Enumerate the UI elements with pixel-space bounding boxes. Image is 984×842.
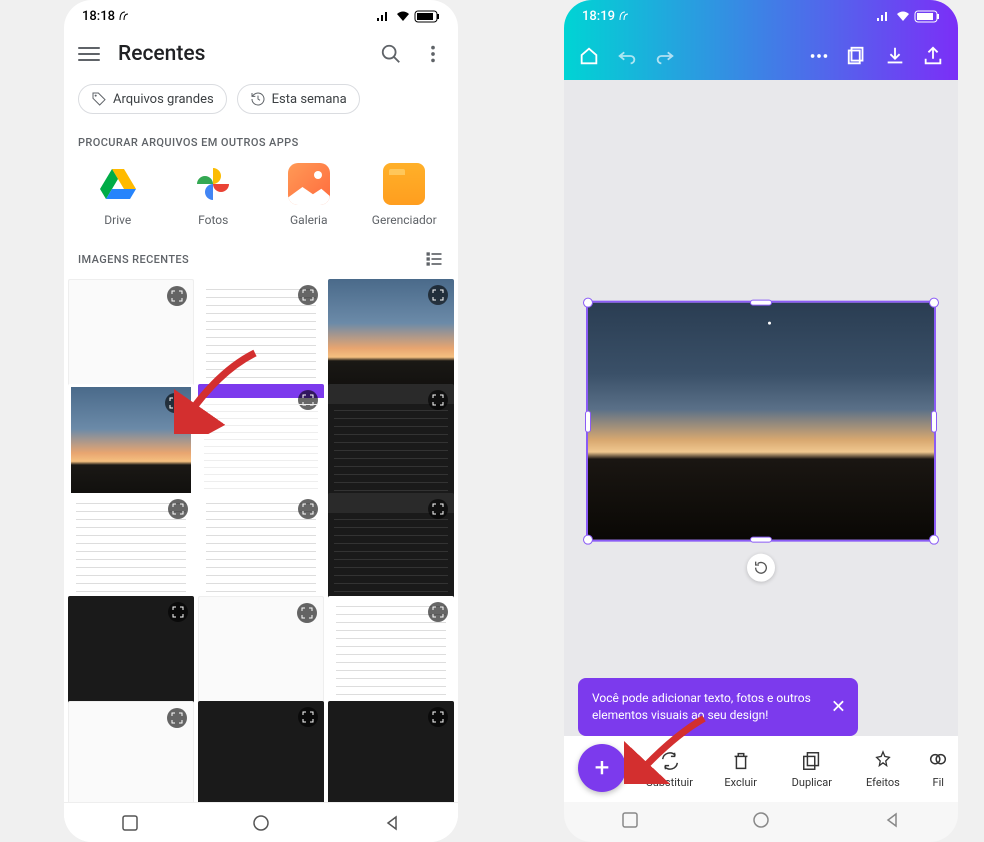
canva-editor-screen: 18:19	[564, 0, 958, 842]
thumbnail[interactable]	[328, 384, 454, 510]
moon-detail	[768, 322, 771, 325]
thumbnail[interactable]	[68, 701, 194, 802]
add-button[interactable]: +	[578, 744, 626, 792]
expand-icon[interactable]	[298, 707, 318, 727]
list-view-icon[interactable]	[424, 249, 444, 269]
nav-back-icon[interactable]	[380, 811, 404, 835]
nav-bar	[564, 802, 958, 842]
more-icon[interactable]	[808, 45, 830, 67]
expand-icon[interactable]	[167, 286, 187, 306]
wifi-icon	[895, 10, 911, 22]
app-galeria[interactable]: Galeria	[269, 163, 349, 227]
canvas-page[interactable]	[576, 270, 946, 592]
history-icon	[250, 91, 266, 107]
drive-icon	[97, 163, 139, 205]
rotate-handle[interactable]	[747, 554, 775, 582]
filtros-button[interactable]: Fil	[919, 750, 959, 789]
nav-home-icon[interactable]	[752, 811, 770, 833]
nav-recent-icon[interactable]	[621, 811, 639, 833]
close-icon[interactable]: ✕	[831, 695, 846, 720]
expand-icon[interactable]	[168, 499, 188, 519]
app-drive[interactable]: Drive	[78, 163, 158, 227]
expand-icon[interactable]	[298, 390, 318, 410]
home-icon[interactable]	[578, 45, 600, 67]
efeitos-button[interactable]: Efeitos	[847, 750, 918, 789]
status-nfc-icon	[119, 11, 135, 21]
resize-handle[interactable]	[929, 298, 939, 308]
app-gerenciador[interactable]: Gerenciador	[364, 163, 444, 227]
expand-icon[interactable]	[298, 499, 318, 519]
undo-icon[interactable]	[616, 45, 638, 67]
editor-toolbar	[564, 32, 958, 80]
more-icon[interactable]	[422, 43, 444, 65]
signal-icon	[876, 10, 892, 22]
search-icon[interactable]	[380, 43, 402, 65]
menu-icon[interactable]	[78, 47, 100, 61]
pages-icon[interactable]	[846, 45, 868, 67]
share-icon[interactable]	[922, 45, 944, 67]
filter-chips: Arquivos grandes Esta semana	[64, 76, 458, 126]
status-bar: 18:19	[564, 0, 958, 32]
nav-home-icon[interactable]	[249, 811, 273, 835]
apps-row: Drive Fotos Galeria Gerenciador	[64, 155, 458, 239]
excluir-button[interactable]: Excluir	[705, 750, 776, 789]
resize-handle[interactable]	[931, 410, 937, 432]
status-time: 18:19	[582, 9, 615, 24]
battery-icon	[914, 10, 940, 23]
page-title: Recentes	[118, 42, 362, 66]
thumbnail[interactable]	[328, 701, 454, 802]
signal-icon	[376, 10, 392, 22]
expand-icon[interactable]	[167, 708, 187, 728]
gallery-icon	[288, 163, 330, 205]
onboarding-tooltip: Você pode adicionar texto, fotos e outro…	[578, 678, 858, 736]
substituir-button[interactable]: Substituir	[634, 750, 705, 789]
tag-icon	[91, 91, 107, 107]
thumbnail-sunset[interactable]	[68, 384, 194, 510]
thumbnail[interactable]	[198, 701, 324, 802]
section-apps-label: PROCURAR ARQUIVOS EM OUTROS APPS	[64, 126, 458, 155]
status-bar: 18:18	[64, 0, 458, 32]
expand-icon[interactable]	[165, 393, 185, 413]
filemanager-icon	[383, 163, 425, 205]
selected-image[interactable]	[586, 301, 936, 542]
download-icon[interactable]	[884, 45, 906, 67]
expand-icon[interactable]	[428, 390, 448, 410]
app-fotos[interactable]: Fotos	[173, 163, 253, 227]
nav-bar	[64, 802, 458, 842]
expand-icon[interactable]	[428, 499, 448, 519]
wifi-icon	[395, 10, 411, 22]
expand-icon[interactable]	[298, 285, 318, 305]
bottom-toolbar: + Substituir Excluir Duplicar Efeitos Fi…	[564, 736, 958, 802]
expand-icon[interactable]	[428, 707, 448, 727]
resize-handle[interactable]	[583, 535, 593, 545]
resize-handle[interactable]	[929, 535, 939, 545]
header: Recentes	[64, 32, 458, 76]
chip-this-week[interactable]: Esta semana	[237, 84, 360, 114]
battery-icon	[414, 10, 440, 23]
nav-back-icon[interactable]	[883, 811, 901, 833]
expand-icon[interactable]	[428, 602, 448, 622]
images-section-header: IMAGENS RECENTES	[64, 239, 458, 279]
resize-handle[interactable]	[750, 300, 772, 306]
expand-icon[interactable]	[168, 602, 188, 622]
resize-handle[interactable]	[750, 537, 772, 543]
expand-icon[interactable]	[297, 603, 317, 623]
status-nfc-icon	[619, 11, 635, 21]
photos-icon	[192, 163, 234, 205]
status-time: 18:18	[82, 9, 115, 24]
file-picker-screen: 18:18 Recentes Arquivos grandes Esta sem…	[64, 0, 458, 842]
duplicar-button[interactable]: Duplicar	[776, 750, 847, 789]
resize-handle[interactable]	[583, 298, 593, 308]
redo-icon[interactable]	[654, 45, 676, 67]
chip-large-files[interactable]: Arquivos grandes	[78, 84, 227, 114]
image-grid	[64, 279, 458, 802]
nav-recent-icon[interactable]	[118, 811, 142, 835]
thumbnail[interactable]	[198, 384, 324, 510]
resize-handle[interactable]	[585, 410, 591, 432]
expand-icon[interactable]	[428, 285, 448, 305]
